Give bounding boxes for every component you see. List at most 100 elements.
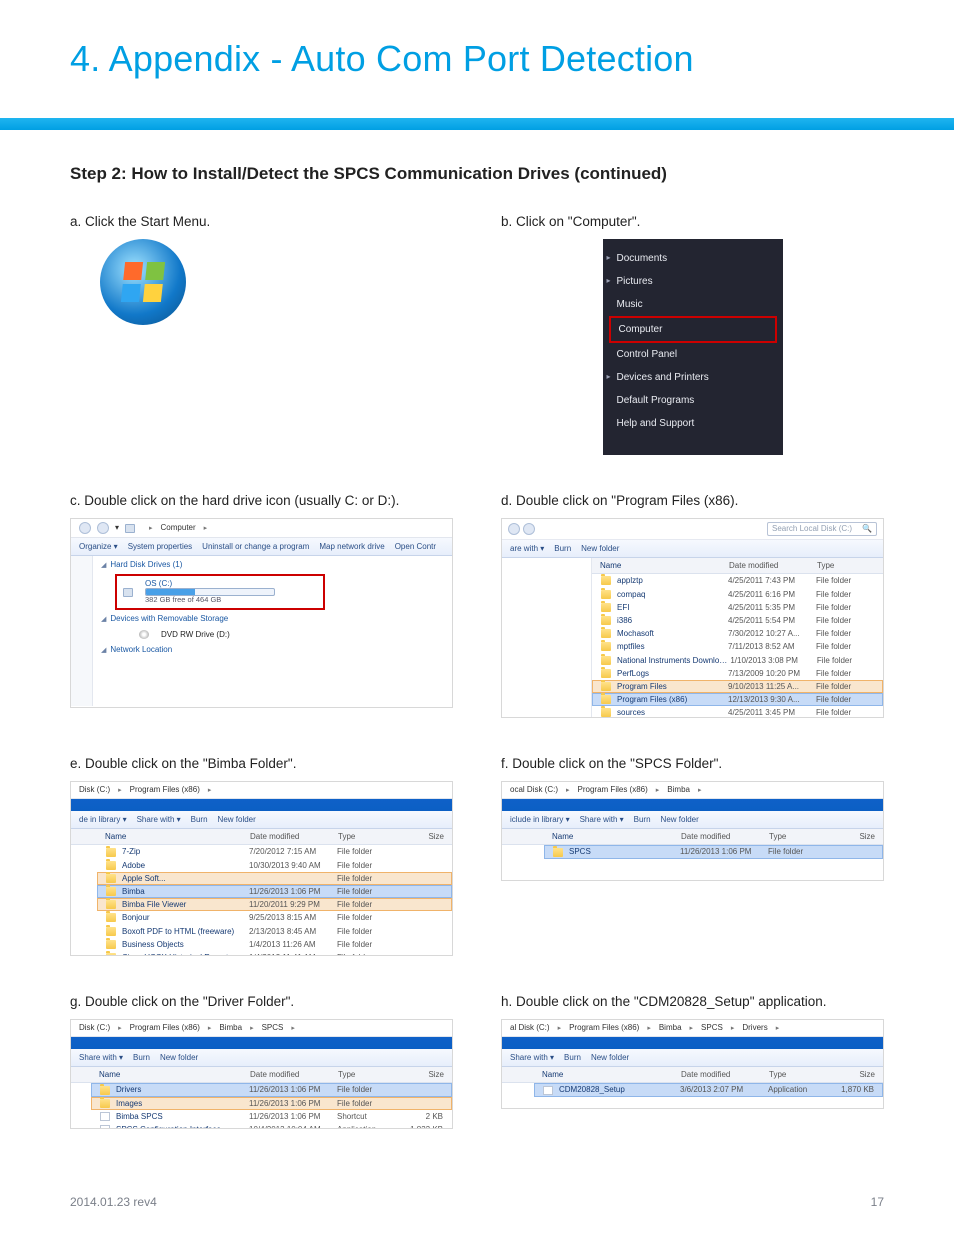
table-row[interactable]: Drivers11/26/2013 1:06 PMFile folder — [91, 1083, 452, 1096]
toolbar-item[interactable]: are with ▾ — [510, 544, 544, 553]
toolbar-item[interactable]: New folder — [661, 815, 699, 824]
toolbar-item[interactable]: Burn — [554, 544, 571, 553]
table-row[interactable]: compaq4/25/2011 6:16 PMFile folder — [592, 588, 883, 601]
drive-c[interactable]: OS (C:) 382 GB free of 464 GB — [115, 574, 325, 610]
table-row[interactable]: Mochasoft7/30/2012 10:27 A...File folder — [592, 627, 883, 640]
start-menu-item[interactable]: Music — [603, 293, 783, 316]
step-e-label: e. Double click on the "Bimba Folder". — [70, 756, 453, 771]
table-row[interactable]: i3864/25/2011 5:54 PMFile folder — [592, 614, 883, 627]
breadcrumb-segment[interactable]: ocal Disk (C:) — [510, 785, 558, 794]
columns-header[interactable]: Name Date modified Type Size — [71, 829, 452, 845]
start-menu-item[interactable]: Documents — [603, 247, 783, 270]
breadcrumb-segment[interactable]: al Disk (C:) — [510, 1023, 550, 1032]
toolbar[interactable]: Share with ▾ Burn New folder — [71, 1049, 452, 1067]
breadcrumb-segment[interactable]: Bimba — [659, 1023, 682, 1032]
toolbar-item[interactable]: Burn — [133, 1053, 150, 1062]
start-menu-item[interactable]: Computer — [609, 316, 777, 343]
breadcrumb-segment[interactable]: Bimba — [667, 785, 690, 794]
toolbar[interactable]: are with ▾ Burn New folder — [502, 540, 883, 558]
breadcrumb-segment[interactable]: Bimba — [219, 1023, 242, 1032]
table-row[interactable]: Bimba11/26/2013 1:06 PMFile folder — [97, 885, 452, 898]
toolbar-item[interactable]: iclude in library ▾ — [510, 815, 570, 824]
breadcrumb-segment[interactable]: SPCS — [262, 1023, 284, 1032]
breadcrumb[interactable]: ocal Disk (C:) Program Files (x86) Bimba — [502, 782, 883, 799]
start-menu-item[interactable]: Devices and Printers — [603, 366, 783, 389]
explorer-local-disk: Search Local Disk (C:)🔍 are with ▾ Burn Ne… — [501, 518, 884, 718]
columns-header[interactable]: Name Date modified Type Size — [71, 1067, 452, 1083]
breadcrumb-segment[interactable]: Program Files (x86) — [130, 785, 200, 794]
toolbar-item[interactable]: System properties — [128, 542, 192, 551]
toolbar-item[interactable]: Uninstall or change a program — [202, 542, 309, 551]
dvd-drive[interactable]: DVD RW Drive (D:) — [115, 628, 452, 641]
table-row[interactable]: EFI4/25/2011 5:35 PMFile folder — [592, 601, 883, 614]
toolbar-item[interactable]: New folder — [591, 1053, 629, 1062]
toolbar-item[interactable]: Burn — [634, 815, 651, 824]
breadcrumb[interactable]: ▾ Computer — [71, 519, 452, 538]
table-row[interactable]: Business Objects1/4/2013 11:26 AMFile fo… — [97, 938, 452, 951]
explorer-program-files: Disk (C:) Program Files (x86) de in libra… — [70, 781, 453, 956]
table-row[interactable]: Bimba SPCS11/26/2013 1:06 PMShortcut2 KB — [91, 1110, 452, 1123]
columns-header[interactable]: Name Date modified Type Size — [502, 829, 883, 845]
toolbar-item[interactable]: New folder — [218, 815, 256, 824]
table-row[interactable]: Cisco UCCX Historical Reports1/4/2013 11… — [97, 951, 452, 956]
toolbar-item[interactable]: Burn — [191, 815, 208, 824]
columns-header[interactable]: Name Date modified Type — [592, 558, 883, 574]
table-row[interactable]: Adobe10/30/2013 9:40 AMFile folder — [97, 859, 452, 872]
sidebar — [502, 558, 592, 717]
breadcrumb-segment[interactable]: SPCS — [701, 1023, 723, 1032]
table-row[interactable]: mptfiles7/11/2013 8:52 AMFile folder — [592, 640, 883, 653]
table-row[interactable]: CDM20828_Setup3/6/2013 2:07 PMApplicatio… — [534, 1083, 883, 1096]
toolbar-item[interactable]: Burn — [564, 1053, 581, 1062]
toolbar-item[interactable]: de in library ▾ — [79, 815, 127, 824]
breadcrumb-segment[interactable]: Program Files (x86) — [578, 785, 648, 794]
breadcrumb[interactable]: Disk (C:) Program Files (x86) — [71, 782, 452, 799]
search-input[interactable]: Search Local Disk (C:)🔍 — [767, 522, 877, 536]
toolbar-item[interactable]: Share with ▾ — [137, 815, 181, 824]
toolbar-item[interactable]: Map network drive — [319, 542, 384, 551]
start-menu-item[interactable]: Default Programs — [603, 389, 783, 412]
table-row[interactable]: PerfLogs7/13/2009 10:20 PMFile folder — [592, 667, 883, 680]
table-row[interactable]: Images11/26/2013 1:06 PMFile folder — [91, 1097, 452, 1110]
table-row[interactable]: Boxoft PDF to HTML (freeware)2/13/2013 8… — [97, 925, 452, 938]
toolbar-item[interactable]: Organize ▾ — [79, 542, 118, 551]
table-row[interactable]: 7-Zip7/20/2012 7:15 AMFile folder — [97, 845, 452, 858]
folder-icon — [100, 1099, 110, 1108]
table-row[interactable]: Apple Soft...File folder — [97, 872, 452, 885]
start-menu-item[interactable]: Pictures — [603, 270, 783, 293]
toolbar-item[interactable]: New folder — [581, 544, 619, 553]
toolbar[interactable]: iclude in library ▾ Share with ▾ Burn New f… — [502, 811, 883, 829]
breadcrumb-segment[interactable]: Disk (C:) — [79, 785, 110, 794]
table-row[interactable]: sources4/25/2011 3:45 PMFile folder — [592, 706, 883, 718]
breadcrumb-segment[interactable]: Program Files (x86) — [569, 1023, 639, 1032]
breadcrumb-segment[interactable]: Program Files (x86) — [130, 1023, 200, 1032]
start-menu-item[interactable]: Help and Support — [603, 412, 783, 435]
breadcrumb-segment[interactable]: Drivers — [742, 1023, 767, 1032]
toolbar-item[interactable]: Share with ▾ — [580, 815, 624, 824]
folder-icon — [106, 861, 116, 870]
toolbar[interactable]: Organize ▾ System properties Uninstall or … — [71, 538, 452, 556]
forward-button[interactable] — [523, 523, 535, 535]
start-button[interactable] — [100, 239, 186, 325]
toolbar[interactable]: Share with ▾ Burn New folder — [502, 1049, 883, 1067]
table-row[interactable]: Bonjour9/25/2013 8:15 AMFile folder — [97, 911, 452, 924]
table-row[interactable]: SPCS Configuration Interface10/4/2013 10… — [91, 1123, 452, 1129]
breadcrumb[interactable]: Disk (C:) Program Files (x86) Bimba SPCS — [71, 1020, 452, 1037]
toolbar-item[interactable]: Share with ▾ — [79, 1053, 123, 1062]
table-row[interactable]: Program Files9/10/2013 11:25 A...File fo… — [592, 680, 883, 693]
columns-header[interactable]: Name Date modified Type Size — [502, 1067, 883, 1083]
folder-icon — [601, 669, 611, 678]
table-row[interactable]: applztp4/25/2011 7:43 PMFile folder — [592, 574, 883, 587]
start-menu-item[interactable]: Control Panel — [603, 343, 783, 366]
toolbar-item[interactable]: Open Contr — [395, 542, 436, 551]
back-button[interactable] — [508, 523, 520, 535]
table-row[interactable]: Bimba File Viewer11/20/2011 9:29 PMFile … — [97, 898, 452, 911]
group-network: ◢Network Location — [93, 641, 452, 659]
table-row[interactable]: Program Files (x86)12/13/2013 9:30 A...F… — [592, 693, 883, 706]
breadcrumb-segment[interactable]: Disk (C:) — [79, 1023, 110, 1032]
toolbar-item[interactable]: New folder — [160, 1053, 198, 1062]
toolbar-item[interactable]: Share with ▾ — [510, 1053, 554, 1062]
table-row[interactable]: SPCS11/26/2013 1:06 PMFile folder — [544, 845, 883, 858]
toolbar[interactable]: de in library ▾ Share with ▾ Burn New folde… — [71, 811, 452, 829]
breadcrumb[interactable]: al Disk (C:) Program Files (x86) Bimba SPCS… — [502, 1020, 883, 1037]
table-row[interactable]: National Instruments Downloads1/10/2013 … — [592, 654, 883, 667]
